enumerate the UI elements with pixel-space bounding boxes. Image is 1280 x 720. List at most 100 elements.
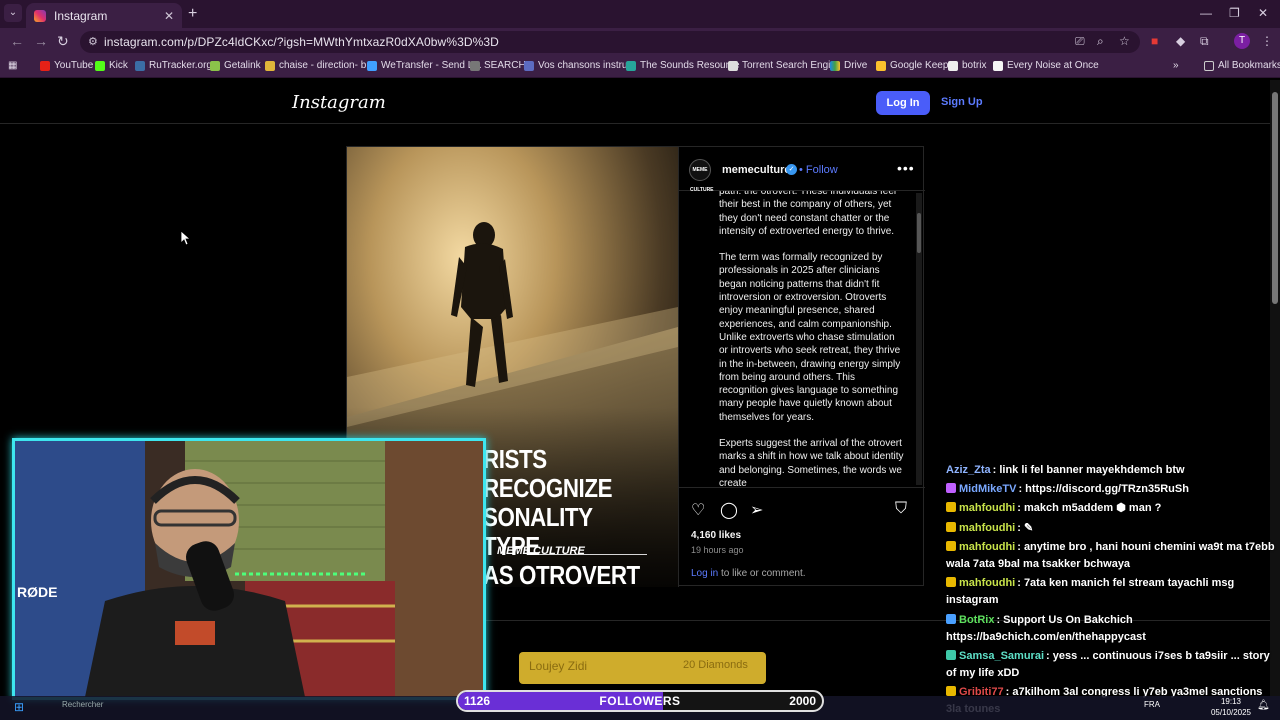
rutracker-icon	[135, 60, 145, 71]
followers-label: FOLLOWERS	[599, 694, 681, 708]
keep-icon	[876, 60, 886, 71]
bookmark-kick[interactable]: Kick	[95, 60, 128, 71]
caption-paragraph: Experts suggest the arrival of the otrov…	[719, 438, 904, 487]
webcam-feed: RØDE	[15, 441, 483, 697]
music-icon	[524, 60, 534, 71]
likes-count[interactable]: 4,160 likes	[691, 530, 741, 541]
page-icon	[993, 60, 1003, 71]
login-button[interactable]: Log In	[876, 91, 930, 115]
instagram-logo[interactable]: Instagram	[292, 92, 386, 113]
bookmark-drive[interactable]: Drive	[830, 60, 867, 71]
tab-list-button[interactable]: ⌄	[4, 4, 22, 22]
stream-chat: Aziz_Zta: link li fel banner mayekhdemch…	[946, 460, 1280, 720]
bookmark-search[interactable]: SEARCH	[470, 60, 526, 71]
bookmark-getalink[interactable]: Getalink	[210, 60, 261, 71]
bookmark-chaise[interactable]: chaise - direction- b...	[265, 60, 375, 71]
all-bookmarks[interactable]: All Bookmarks	[1204, 60, 1280, 71]
menu-kebab-icon[interactable]: ⋮	[1261, 34, 1273, 48]
caption-paragraph: The term was formally recognized by prof…	[719, 252, 901, 423]
sub-badge-icon	[946, 650, 956, 660]
folder-icon	[1204, 60, 1214, 71]
install-app-icon[interactable]: ⎚	[1075, 34, 1085, 49]
back-button[interactable]: ←	[10, 33, 24, 49]
extension-diamond-icon[interactable]: ◆	[1176, 34, 1185, 48]
bookmark-botrix[interactable]: botrix	[948, 60, 986, 71]
tab-title: Instagram	[54, 8, 108, 23]
sounds-resource-icon	[626, 60, 636, 71]
site-info-icon[interactable]: ⚙	[88, 35, 102, 49]
tab-instagram[interactable]: Instagram ✕	[26, 3, 182, 28]
forward-button[interactable]: →	[34, 33, 48, 49]
bookmark-rutracker[interactable]: RuTracker.org	[135, 60, 212, 71]
globe-icon	[470, 60, 480, 71]
download-icon	[210, 60, 220, 71]
bookmark-wetransfer[interactable]: WeTransfer - Send L...	[367, 60, 482, 71]
bookmark-sounds-resource[interactable]: The Sounds Resource	[626, 60, 740, 71]
login-to-like: Log in to like or comment.	[691, 568, 806, 579]
maximize-button[interactable]: ❐	[1229, 6, 1240, 20]
chaise-icon	[265, 60, 275, 71]
kick-icon	[95, 60, 105, 71]
bookmark-google-keep[interactable]: Google Keep	[876, 60, 948, 71]
apps-grid-icon[interactable]: ▦	[8, 60, 17, 71]
botrix-icon	[948, 60, 958, 71]
browser-toolbar: ← → ↻ ⚙ instagram.com/p/DPZc4ldCKxc/?igs…	[0, 28, 1280, 56]
caption-scroll-thumb[interactable]	[917, 213, 921, 253]
followers-goal: 2000	[789, 694, 816, 708]
login-link[interactable]: Log in	[691, 568, 718, 579]
start-windows-icon[interactable]: ⊞	[14, 700, 24, 714]
adblock-extension-icon[interactable]: ■	[1151, 34, 1158, 48]
page-icon	[728, 60, 738, 71]
follow-button[interactable]: • Follow	[799, 164, 838, 176]
minimize-button[interactable]: —	[1200, 6, 1212, 20]
bookmark-chansons[interactable]: Vos chansons instru...	[524, 60, 636, 71]
bookmark-every-noise[interactable]: Every Noise at Once	[993, 60, 1099, 71]
more-options-icon[interactable]: •••	[897, 160, 915, 176]
crown-badge-icon	[946, 686, 956, 696]
account-name[interactable]: memeculture	[722, 164, 790, 176]
wetransfer-icon	[367, 60, 377, 71]
close-window-button[interactable]: ✕	[1258, 6, 1268, 20]
signup-link[interactable]: Sign Up	[941, 96, 983, 108]
alert-amount: 20 Diamonds	[683, 659, 748, 671]
bookmark-youtube[interactable]: YouTube	[40, 60, 93, 71]
chat-message: mahfoudhi: anytime bro , hani houni chem…	[946, 541, 1275, 570]
like-heart-icon[interactable]: ♡	[691, 500, 705, 520]
chat-message: BotRix: Support Us On Bakchich https://b…	[946, 614, 1146, 643]
mic-badge-icon	[946, 483, 956, 493]
profile-avatar[interactable]: T	[1234, 33, 1250, 49]
ig-header: Instagram Log In Sign Up	[0, 80, 1270, 124]
extensions-puzzle-icon[interactable]: ⧉	[1200, 34, 1209, 49]
comment-icon[interactable]: ◯	[720, 500, 738, 520]
chat-message: Aziz_Zta: link li fel banner mayekhdemch…	[946, 464, 1185, 476]
crown-badge-icon	[946, 541, 956, 551]
bookmark-star-icon[interactable]: ☆	[1119, 34, 1130, 48]
taskbar-clock[interactable]: 19:13 05/10/2025	[1206, 696, 1256, 718]
bookmark-torrent-search[interactable]: Torrent Search Engi...	[728, 60, 839, 71]
caption-paragraph: path: the otrovert. These individuals fe…	[719, 191, 897, 237]
new-tab-button[interactable]: +	[188, 5, 197, 23]
url-text: instagram.com/p/DPZc4ldCKxc/?igsh=MWthYm…	[104, 35, 499, 49]
drive-icon	[830, 60, 840, 71]
bookmarks-overflow-icon[interactable]: »	[1173, 60, 1179, 71]
chat-message: Samsa_Samurai: yess ... continuous i7ses…	[946, 650, 1270, 679]
address-bar[interactable]: ⚙ instagram.com/p/DPZc4ldCKxc/?igsh=MWth…	[80, 31, 1140, 53]
page-scroll-thumb[interactable]	[1272, 92, 1278, 304]
zoom-icon[interactable]: ⌕	[1097, 34, 1104, 49]
share-icon[interactable]: ➢	[750, 500, 763, 520]
language-indicator[interactable]: FRA	[1144, 700, 1160, 709]
notification-bell-icon[interactable]: 🔔︎	[1257, 700, 1270, 711]
chat-message: mahfoudhi: ✎	[946, 520, 1278, 537]
instagram-favicon-icon	[34, 9, 46, 22]
youtube-icon	[40, 60, 50, 71]
crown-badge-icon	[946, 522, 956, 532]
close-tab-icon[interactable]: ✕	[164, 9, 174, 23]
alert-donor-name: Loujey Zidi	[529, 659, 588, 673]
account-avatar[interactable]: MEME CULTURE	[689, 159, 714, 193]
image-brand-logo: MEME CULTURE	[497, 545, 585, 557]
webcam-overlay: RØDE	[12, 438, 486, 700]
save-bookmark-icon[interactable]: ⛉	[895, 500, 907, 518]
reload-button[interactable]: ↻	[57, 33, 69, 50]
post-sidebar: MEME CULTURE memeculture ✓ • Follow ••• …	[678, 147, 925, 587]
taskbar-search[interactable]: Rechercher	[62, 700, 103, 709]
